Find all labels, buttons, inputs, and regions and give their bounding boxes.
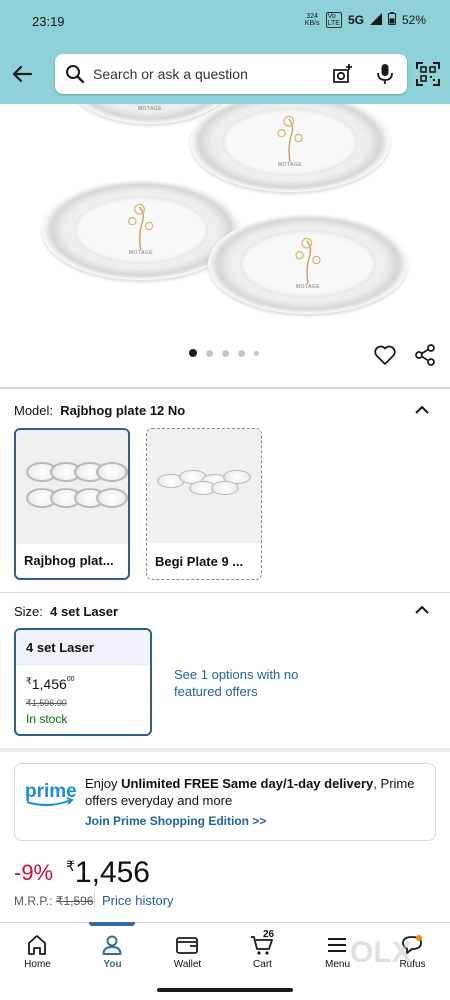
size-label: Size:	[14, 604, 43, 619]
back-button[interactable]	[8, 60, 36, 88]
model-value: Rajbhog plate 12 No	[60, 403, 186, 418]
prime-offer-text: Enjoy Unlimited FREE Same day/1-day deli…	[85, 776, 415, 808]
plate-image: MOTAGE	[190, 104, 390, 192]
search-input[interactable]	[93, 62, 313, 86]
chevron-up-icon[interactable]	[414, 402, 430, 418]
home-indicator	[157, 988, 293, 992]
join-prime-link[interactable]: Join Prime Shopping Edition >>	[85, 814, 266, 828]
heart-icon[interactable]	[373, 343, 397, 367]
status-bar: 23:19 324 KB/s Vo LTE 5G 52%	[0, 0, 450, 44]
plate-image: MOTAGE	[208, 214, 408, 314]
nav-wallet[interactable]: Wallet	[150, 923, 225, 983]
signal-icon	[369, 12, 382, 28]
status-time: 23:19	[32, 14, 65, 29]
size-option-mrp: ₹1,596.00	[26, 698, 67, 708]
size-value: 4 set Laser	[50, 604, 119, 619]
model-option[interactable]: Rajbhog plat...	[14, 428, 130, 580]
person-icon	[102, 935, 122, 955]
flower-pattern-icon	[128, 203, 154, 250]
price-history-link[interactable]: Price history	[102, 893, 174, 908]
search-icon	[66, 65, 85, 84]
pagination-dot[interactable]	[238, 349, 245, 357]
see-options-link[interactable]: See 1 options with no featured offers	[174, 666, 324, 700]
olx-watermark-logo: OLX	[350, 936, 412, 969]
battery-percent: 52%	[401, 13, 426, 27]
option-thumbnail	[147, 429, 261, 543]
app-header	[0, 44, 450, 104]
size-row[interactable]: Size: 4 set Laser	[14, 604, 118, 619]
gallery-pagination[interactable]	[189, 349, 259, 357]
svg-text:OLX: OLX	[350, 936, 412, 969]
product-price: ₹1,456	[66, 856, 150, 889]
prime-banner[interactable]: prime Enjoy Unlimited FREE Same day/1-da…	[14, 763, 436, 841]
home-icon	[28, 935, 46, 955]
size-option[interactable]: 4 set Laser ₹1,45600 ₹1,596.00 In stock	[14, 628, 152, 736]
pagination-dot[interactable]	[189, 349, 197, 357]
section-divider	[0, 748, 450, 752]
battery-icon	[387, 12, 396, 28]
product-image-gallery[interactable]: MOTAGE MOTAGE MOTAGE MOTAGE	[0, 104, 450, 384]
option-label: Begi Plate 9 ...	[155, 554, 244, 569]
volte-icon: Vo LTE	[325, 12, 342, 28]
prime-logo: prime	[25, 781, 77, 806]
model-label: Model:	[14, 403, 54, 418]
search-bar[interactable]	[55, 54, 407, 94]
option-thumbnail	[16, 430, 128, 544]
back-arrow-icon	[12, 65, 33, 83]
active-indicator	[89, 922, 135, 926]
microphone-icon[interactable]	[375, 63, 395, 85]
nav-home[interactable]: Home	[0, 923, 75, 983]
model-option[interactable]: Begi Plate 9 ...	[146, 428, 262, 580]
qr-scanner-icon[interactable]	[416, 62, 440, 86]
network-type: 5G	[347, 13, 364, 27]
flower-pattern-icon	[295, 237, 321, 284]
share-icon[interactable]	[413, 343, 437, 367]
divider	[0, 387, 450, 389]
separator	[94, 892, 95, 908]
chevron-up-icon[interactable]	[414, 602, 430, 618]
nav-you[interactable]: You	[75, 922, 150, 983]
mrp: M.R.P.: ₹1,596	[14, 894, 94, 908]
pagination-dot[interactable]	[222, 349, 229, 357]
network-speed: 324 KB/s	[304, 13, 320, 27]
nav-cart[interactable]: 26 Cart	[225, 923, 300, 983]
flower-pattern-icon	[277, 115, 303, 162]
camera-search-icon[interactable]	[331, 63, 353, 85]
size-option-price: ₹1,45600	[26, 676, 75, 692]
wallet-icon	[176, 937, 198, 954]
pagination-dot[interactable]	[254, 350, 259, 356]
model-row[interactable]: Model: Rajbhog plate 12 No	[14, 403, 185, 418]
pagination-dot[interactable]	[206, 349, 213, 357]
divider	[0, 592, 450, 593]
status-icons: 324 KB/s Vo LTE 5G 52%	[305, 12, 426, 28]
stock-status: In stock	[26, 712, 68, 726]
discount-percent: -9%	[14, 860, 54, 885]
size-option-title: 4 set Laser	[16, 630, 150, 666]
option-label: Rajbhog plat...	[24, 553, 114, 568]
cart-icon	[251, 936, 273, 955]
